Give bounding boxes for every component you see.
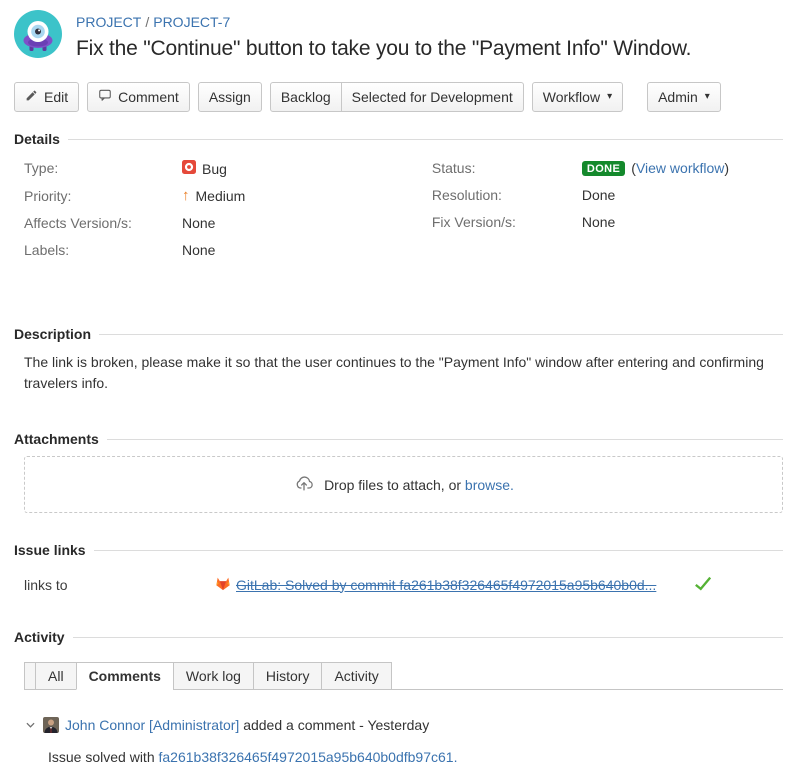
page-title: Fix the "Continue" button to take you to… [76,37,691,61]
upload-cloud-icon [293,472,315,497]
heading-divider [94,550,783,551]
priority-medium-icon: ↑ [182,189,190,203]
comment-body: Issue solved with fa261b38f326465f497201… [48,747,783,767]
breadcrumb-separator: / [145,14,149,30]
activity-heading-row: Activity [14,629,783,645]
issue-links-heading: Issue links [14,542,86,558]
link-relation-label: links to [24,577,215,593]
issue-toolbar: Edit Comment Assign Backlog Selected for… [14,82,783,112]
labels-label: Labels: [24,242,182,258]
affects-versions-label: Affects Version/s: [24,215,182,231]
breadcrumb: PROJECT/PROJECT-7 [76,14,691,30]
description-heading: Description [14,326,91,342]
transition-button-group: Backlog Selected for Development [270,82,524,112]
tab-activity[interactable]: Activity [321,662,391,690]
attachments-section: Attachments Drop files to attach, or bro… [14,431,783,513]
fix-versions-label: Fix Version/s: [432,214,582,230]
comment-author-link[interactable]: John Connor [Administrator] [65,717,239,733]
tabbar-spacer [24,662,35,690]
issue-header: PROJECT/PROJECT-7 Fix the "Continue" but… [14,10,783,61]
issue-links-heading-row: Issue links [14,542,783,558]
breadcrumb-issue-link[interactable]: PROJECT-7 [153,14,230,30]
priority-value: Medium [196,188,246,204]
type-label: Type: [24,160,182,176]
browse-link[interactable]: browse. [465,477,514,493]
activity-heading: Activity [14,629,65,645]
description-heading-row: Description [14,326,783,342]
edit-button-label: Edit [44,88,68,106]
heading-divider [107,439,783,440]
details-heading: Details [14,131,60,147]
comment-bubble-icon [98,88,112,106]
heading-divider [73,637,783,638]
dropdown-caret-icon: ▾ [705,88,710,106]
admin-button-label: Admin [658,88,698,106]
dropzone-text: Drop files to attach, or [324,477,461,493]
activity-section: Activity All Comments Work log History A… [14,629,783,767]
admin-dropdown-button[interactable]: Admin ▾ [647,82,721,112]
labels-value: None [182,242,215,258]
tab-history[interactable]: History [253,662,323,690]
project-avatar-icon [14,10,62,58]
comment-button[interactable]: Comment [87,82,190,112]
tab-work-log[interactable]: Work log [173,662,254,690]
details-section: Details Type: Bug Priority: ↑ Medium [14,131,783,269]
attachments-heading: Attachments [14,431,99,447]
assign-button-label: Assign [209,88,251,106]
fix-versions-row: Fix Version/s: None [414,214,783,230]
status-badge: DONE [582,161,625,176]
resolution-row: Resolution: Done [414,187,783,203]
status-label: Status: [432,160,582,176]
view-workflow-link[interactable]: View workflow [636,160,724,176]
selected-for-development-button[interactable]: Selected for Development [342,82,524,112]
activity-tabbar: All Comments Work log History Activity [24,662,783,690]
collapse-chevron-icon[interactable] [24,720,37,730]
tab-all[interactable]: All [35,662,77,690]
backlog-button[interactable]: Backlog [270,82,342,112]
assign-button[interactable]: Assign [198,82,262,112]
gitlab-commit-link[interactable]: GitLab: Solved by commit fa261b38f326465… [236,577,656,593]
workflow-dropdown-button[interactable]: Workflow ▾ [532,82,623,112]
user-avatar [43,717,59,733]
bug-type-icon [182,160,196,177]
attachments-heading-row: Attachments [14,431,783,447]
issue-links-section: Issue links links to GitLab: Solved by c… [14,542,783,594]
priority-label: Priority: [24,188,182,204]
breadcrumb-project-link[interactable]: PROJECT [76,14,141,30]
pencil-icon [25,88,38,106]
attachment-dropzone[interactable]: Drop files to attach, or browse. [24,456,783,513]
comment-header: John Connor [Administrator] added a comm… [24,717,783,733]
heading-divider [68,139,783,140]
fix-versions-value: None [582,214,615,230]
description-section: Description The link is broken, please m… [14,326,783,394]
details-heading-row: Details [14,131,783,147]
backlog-button-label: Backlog [281,88,331,106]
heading-divider [99,334,783,335]
type-value: Bug [202,161,227,177]
edit-button[interactable]: Edit [14,82,79,112]
labels-row: Labels: None [14,242,414,258]
issue-link-row: links to GitLab: Solved by commit fa261b… [14,575,783,594]
priority-row: Priority: ↑ Medium [14,188,414,204]
comment-button-label: Comment [118,88,179,106]
resolution-label: Resolution: [432,187,582,203]
issue-page: PROJECT/PROJECT-7 Fix the "Continue" but… [0,0,797,767]
dropdown-caret-icon: ▾ [607,88,612,106]
comment-meta: added a comment - Yesterday [243,717,429,733]
workflow-button-label: Workflow [543,88,600,106]
resolution-value: Done [582,187,615,203]
affects-versions-row: Affects Version/s: None [14,215,414,231]
affects-versions-value: None [182,215,215,231]
description-text: The link is broken, please make it so th… [24,352,783,394]
tab-comments[interactable]: Comments [76,662,174,690]
selected-for-development-label: Selected for Development [352,88,513,106]
type-row: Type: Bug [14,160,414,177]
status-row: Status: DONE (View workflow) [414,160,783,176]
gitlab-icon [215,575,231,594]
resolved-check-icon [694,576,712,594]
paren-close: ) [724,160,729,176]
